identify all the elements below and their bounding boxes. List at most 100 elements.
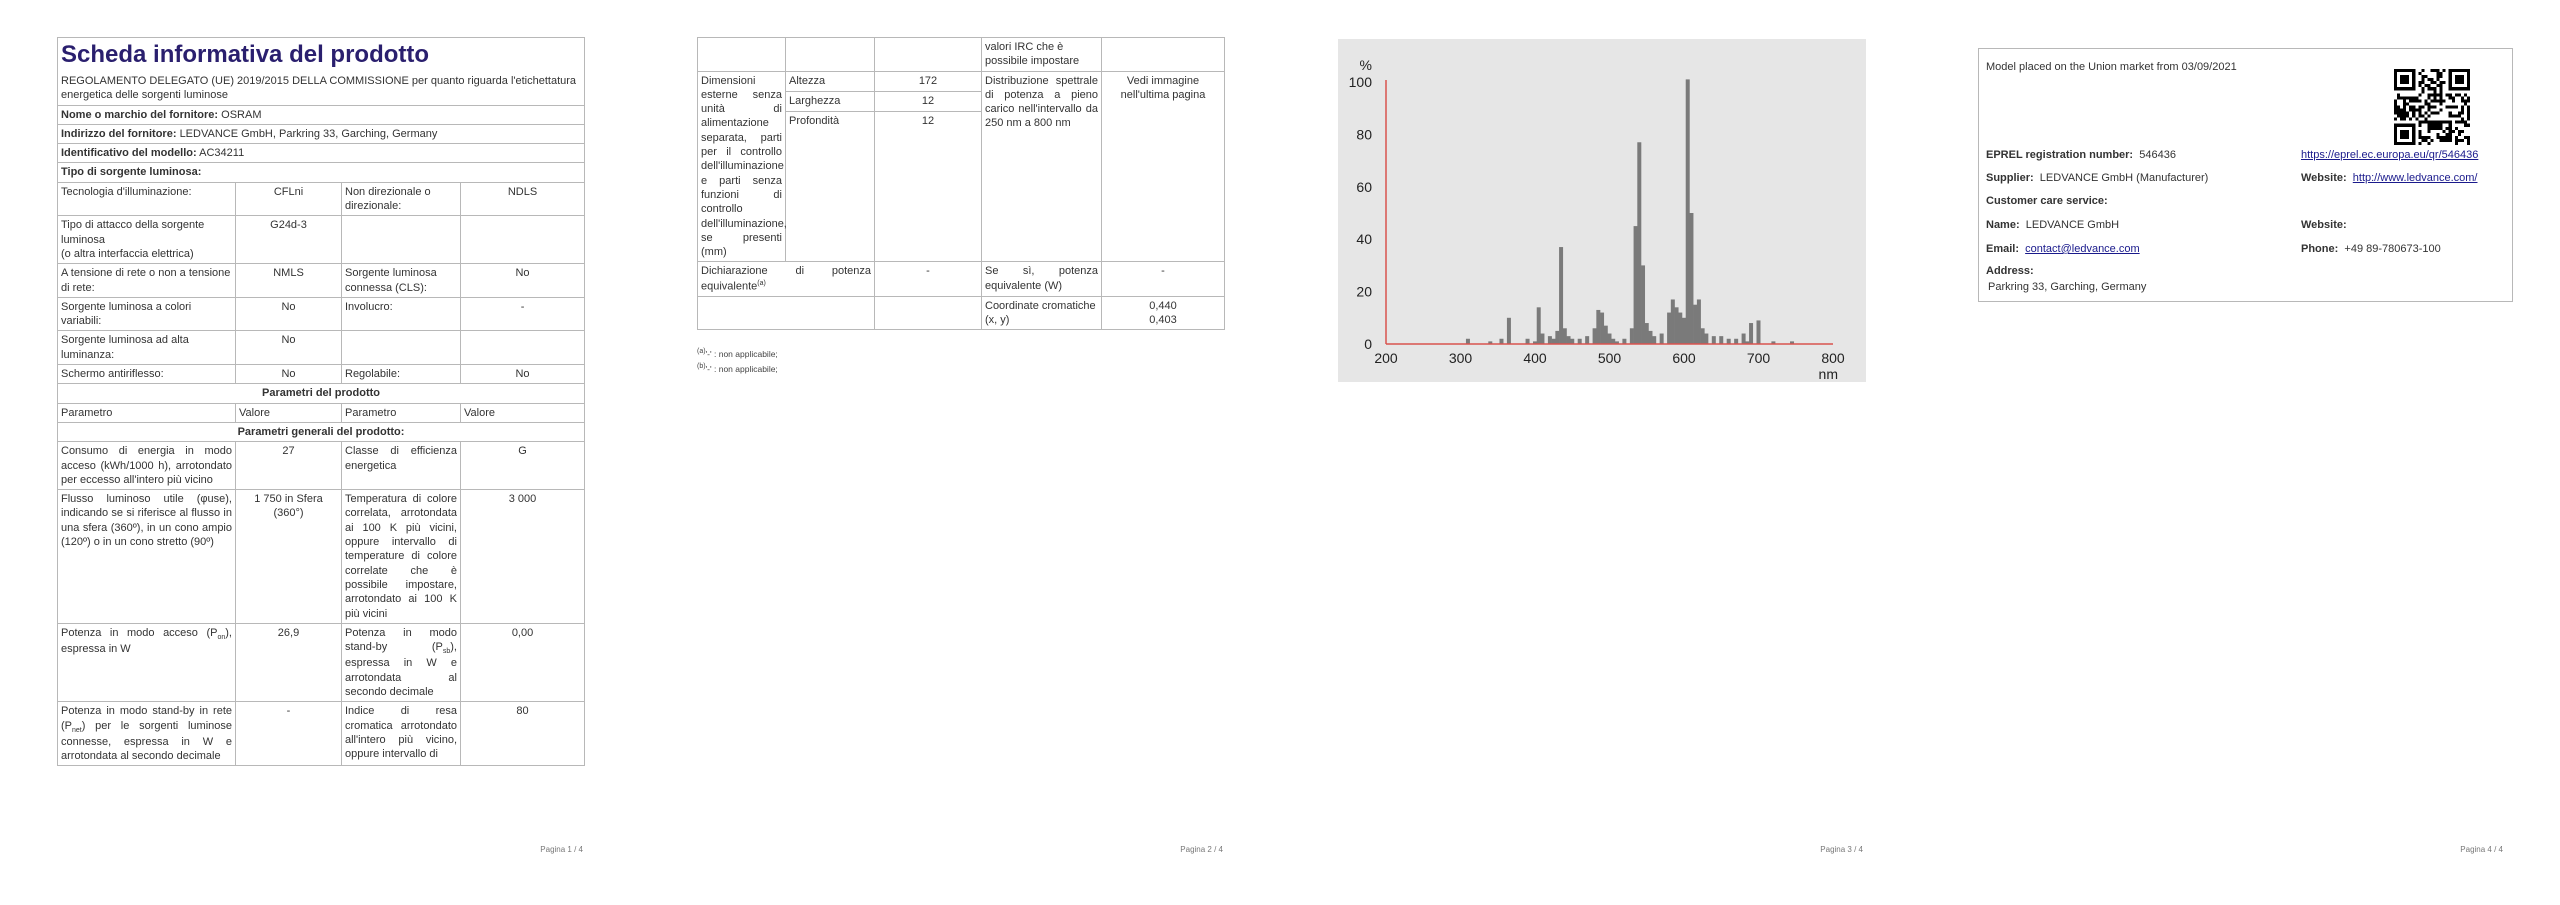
spectrum-bar — [1465, 338, 1470, 344]
source-type-label: Tipo di sorgente luminosa: — [56, 162, 586, 183]
height-label: Altezza — [785, 70, 875, 93]
footnotes: (a)'-' : non applicabile; (b) '-' : non a… — [697, 346, 778, 377]
spectrum-bar — [1499, 338, 1504, 344]
x-tick-label: 200 — [1374, 350, 1398, 366]
pnet-label: Potenza in modo stand-by in rete (Pnet) … — [57, 701, 236, 767]
nondir-label: Non direzionale o direzionale: — [341, 181, 461, 217]
psb-label-a: Potenza in modo stand-by (P — [345, 626, 457, 654]
y-axis-label: % — [1360, 57, 1372, 73]
model-id-row: Identificativo del modello: AC34211 — [56, 143, 586, 164]
phone-value: +49 89-780673-100 — [2344, 243, 2441, 255]
spectrum-bar — [1603, 325, 1608, 344]
qr-code-icon[interactable] — [2394, 69, 2470, 145]
care-website-label: Website: — [2301, 219, 2347, 231]
care-name-value: LEDVANCE GmbH — [2025, 219, 2120, 231]
chroma-y: 0,403 — [1149, 314, 1177, 326]
footnote-a-text: '-' : non applicabile; — [705, 348, 778, 359]
spectrum-bar — [1652, 336, 1657, 344]
page-2: valori IRC che è possibile impostare Dim… — [640, 0, 1280, 905]
psb-value: 0,00 — [459, 622, 586, 703]
spectral-chart: 0 20 40 60 80 100 200 300 400 500 600 700 800% nm — [1338, 39, 1866, 382]
x-tick-label: 600 — [1672, 350, 1696, 366]
y-tick-label: 40 — [1356, 231, 1372, 247]
product-info-table-cont: valori IRC che è possibile impostare Dim… — [697, 37, 1225, 331]
page-bottom-margin — [0, 823, 640, 905]
spectrum-bar — [1629, 328, 1634, 344]
spectrum-bar — [1682, 317, 1686, 344]
spectrum-bar — [1670, 299, 1675, 344]
energy-label: Consumo di energia in modo acceso (kWh/1… — [57, 441, 236, 491]
email-label: Email: — [1986, 243, 2020, 255]
spectrum-bar — [1547, 336, 1552, 344]
width-value: 12 — [874, 91, 982, 113]
supplier-label: Supplier: — [1986, 172, 2034, 184]
height-value: 172 — [874, 70, 982, 93]
flux-label: Flusso luminoso utile (φuse), indicando … — [57, 489, 236, 624]
equiv-sup: (a) — [757, 279, 766, 287]
page-number: Pagina 1 / 4 — [540, 845, 583, 854]
spectrum-bar — [1644, 323, 1649, 344]
page-number: Pagina 4 / 4 — [2460, 845, 2503, 854]
spectrum-bar — [1570, 338, 1575, 344]
spectrum-bar — [1596, 309, 1601, 344]
website-link[interactable]: http://www.ledvance.com/ — [2353, 172, 2478, 184]
spectrum-bar — [1756, 320, 1761, 344]
psb-label: Potenza in modo stand-by (Psb), espressa… — [341, 622, 461, 703]
spectrum-bar — [1734, 338, 1739, 344]
address-label: Address: — [1986, 265, 2034, 277]
cls-value: No — [459, 263, 586, 298]
equiv-label-a: Dichiarazione di potenza equivalente — [701, 265, 871, 293]
class-value: G — [459, 441, 586, 491]
website-row: Website: http://www.ledvance.com/ — [2301, 172, 2478, 184]
email-row: Email: contact@ledvance.com — [1986, 243, 2140, 255]
eprel-link[interactable]: https://eprel.ec.europa.eu/qr/546436 — [2301, 149, 2478, 161]
params-header: Parametri del prodotto — [56, 383, 586, 404]
envelope-label: Involucro: — [341, 296, 461, 332]
spectrum-bar — [1577, 338, 1582, 344]
placed-on-market: Model placed on the Union market from 03… — [1986, 61, 2237, 73]
x-tick-label: 400 — [1523, 350, 1547, 366]
col-value-2: Valore — [459, 402, 586, 423]
customer-care-label: Customer care service: — [1986, 195, 2108, 207]
supplier-name: OSRAM — [221, 108, 262, 121]
email-link[interactable]: contact@ledvance.com — [2025, 243, 2140, 255]
tech-label: Tecnologia d'illuminazione: — [57, 181, 236, 217]
pnet-value: - — [235, 701, 342, 767]
spectrum-bar — [1704, 333, 1709, 344]
spectrum-bar — [1674, 307, 1679, 344]
spd-label: Distribuzione spettrale di potenza a pie… — [981, 70, 1102, 263]
spectrum-bar — [1525, 338, 1530, 344]
spectrum-bar — [1659, 333, 1664, 344]
chroma-value-cell: 0,440 0,403 — [1101, 295, 1225, 331]
spectrum-bar — [1689, 213, 1694, 344]
pon-label: Potenza in modo acceso (Pon), espressa i… — [57, 622, 236, 703]
y-tick-label: 100 — [1349, 74, 1373, 90]
footnote-a: (a)'-' : non applicabile; — [697, 346, 778, 361]
page-number: Pagina 2 / 4 — [1180, 845, 1223, 854]
supplier-address: LEDVANCE GmbH, Parkring 33, Garching, Ge… — [179, 127, 438, 140]
cri-value: 80 — [459, 701, 586, 767]
cct-label: Temperatura di colore correlata, arroton… — [341, 489, 461, 624]
cls-label: Sorgente luminosa connessa (CLS): — [341, 263, 461, 298]
page-3: 0 20 40 60 80 100 200 300 400 500 600 700 800% nm Pag… — [1280, 0, 1920, 905]
spectrum-bar — [1600, 312, 1605, 344]
equiv-w-value: - — [1101, 261, 1225, 297]
pon-value: 26,9 — [235, 622, 342, 703]
product-info-table: Scheda informativa del prodotto REGOLAME… — [56, 37, 586, 767]
mains-label: A tensione di rete o non a tensione di r… — [57, 263, 236, 298]
hl-label: Sorgente luminosa ad alta luminanza: — [57, 330, 236, 366]
glare-value: No — [235, 364, 342, 385]
spectrum-bar — [1678, 312, 1683, 344]
colour-value: No — [235, 296, 342, 332]
footnote-b-mark: (b) — [697, 363, 706, 371]
supplier-address-label: Indirizzo del fornitore: — [61, 127, 177, 140]
care-name-row: Name: LEDVANCE GmbH — [1986, 219, 2119, 231]
model-id: AC34211 — [199, 147, 245, 160]
website-label: Website: — [2301, 172, 2347, 184]
col-param-1: Parametro — [57, 402, 236, 423]
y-tick-label: 80 — [1356, 126, 1372, 142]
supplier-name-row: Nome o marchio del fornitore: OSRAM — [56, 104, 586, 125]
supplier-address-row: Indirizzo del fornitore: LEDVANCE GmbH, … — [56, 123, 586, 145]
cap-label: Tipo di attacco della sorgente luminosa — [61, 219, 205, 246]
page-1: Scheda informativa del prodotto REGOLAME… — [0, 0, 640, 905]
